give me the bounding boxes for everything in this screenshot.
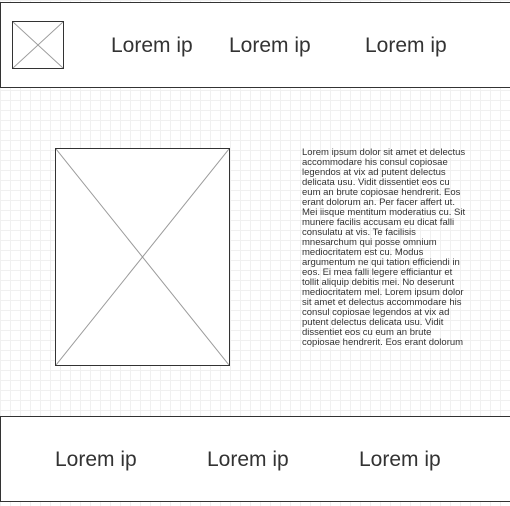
footer-nav-item-2[interactable]: Lorem ip xyxy=(207,448,289,472)
body-paragraph: Lorem ipsum dolor sit amet et delectus a… xyxy=(302,147,466,348)
content-image-placeholder xyxy=(55,148,230,366)
image-placeholder-icon xyxy=(56,149,229,365)
header-nav-item-1[interactable]: Lorem ip xyxy=(111,34,193,58)
image-placeholder-icon xyxy=(13,22,63,68)
footer-nav-item-1[interactable]: Lorem ip xyxy=(55,448,137,472)
header-nav-item-2[interactable]: Lorem ip xyxy=(229,34,311,58)
logo-image-placeholder xyxy=(12,21,64,69)
footer-nav-item-3[interactable]: Lorem ip xyxy=(359,448,441,472)
header-nav-item-3[interactable]: Lorem ip xyxy=(365,34,447,58)
